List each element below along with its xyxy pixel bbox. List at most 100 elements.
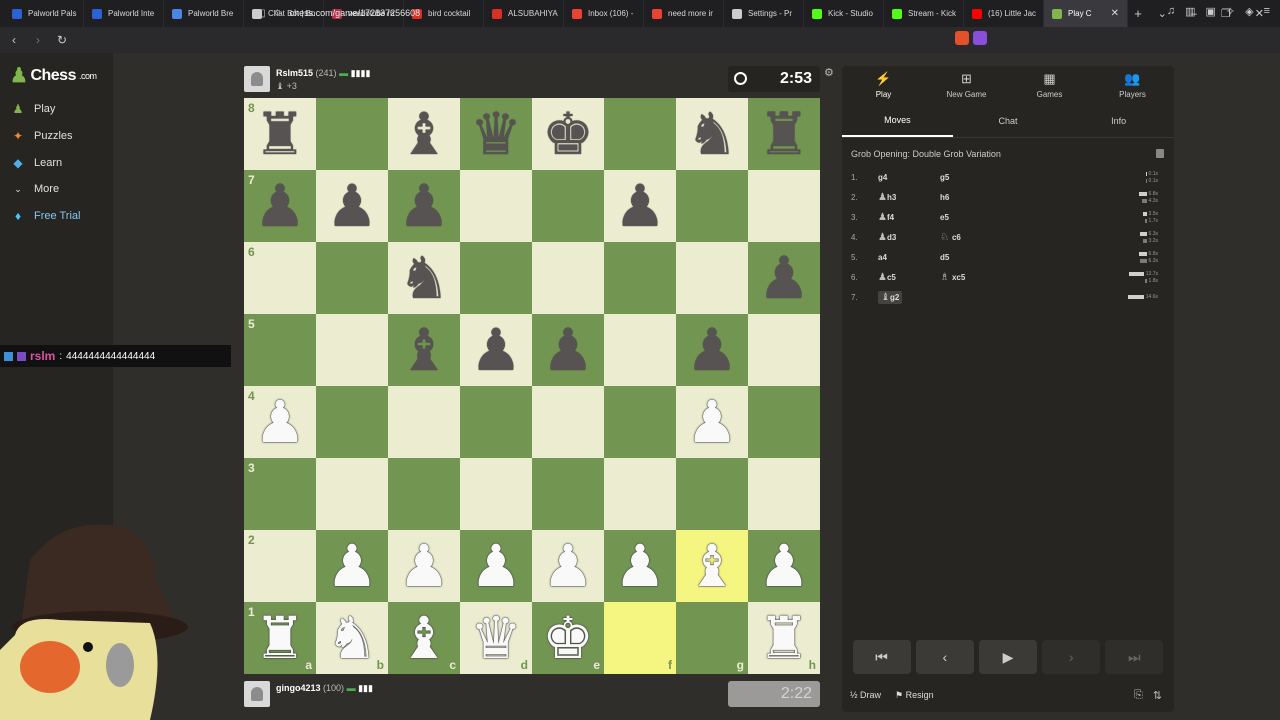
white-pawn-icon[interactable]: ♟ bbox=[542, 537, 594, 595]
avatar[interactable] bbox=[244, 681, 270, 707]
black-knight-icon[interactable]: ♞ bbox=[686, 105, 738, 163]
forward-icon[interactable]: › bbox=[28, 33, 48, 47]
site-info-icon[interactable]: ⚙ bbox=[274, 8, 282, 19]
square-b8[interactable] bbox=[316, 98, 388, 170]
last-move-button[interactable]: ⏭ bbox=[1105, 640, 1164, 674]
square-e5[interactable]: ♟ bbox=[532, 314, 604, 386]
black-move[interactable]: e5 bbox=[940, 213, 1090, 222]
black-king-icon[interactable]: ♚ bbox=[542, 105, 594, 163]
close-tab-icon[interactable]: ✕ bbox=[1111, 8, 1119, 19]
square-h7[interactable] bbox=[748, 170, 820, 242]
book-icon[interactable] bbox=[1156, 149, 1164, 158]
square-d5[interactable]: ♟ bbox=[460, 314, 532, 386]
draw-button[interactable]: ½ Draw bbox=[850, 690, 881, 700]
square-d3[interactable] bbox=[460, 458, 532, 530]
black-knight-icon[interactable]: ♞ bbox=[398, 249, 450, 307]
resign-button[interactable]: ⚑ Resign bbox=[895, 690, 934, 701]
white-pawn-icon[interactable]: ♟ bbox=[686, 393, 738, 451]
square-c2[interactable]: ♟ bbox=[388, 530, 460, 602]
tab-games[interactable]: ▦ Games bbox=[1008, 66, 1091, 104]
square-c7[interactable]: ♟ bbox=[388, 170, 460, 242]
square-b6[interactable] bbox=[316, 242, 388, 314]
black-pawn-icon[interactable]: ♟ bbox=[254, 177, 306, 235]
square-h8[interactable]: ♜ bbox=[748, 98, 820, 170]
white-pawn-icon[interactable]: ♟ bbox=[398, 537, 450, 595]
browser-tab[interactable]: Palworld Bre bbox=[164, 0, 244, 27]
square-g5[interactable]: ♟ bbox=[676, 314, 748, 386]
square-h5[interactable] bbox=[748, 314, 820, 386]
share-icon[interactable]: ⎘ bbox=[1134, 689, 1143, 702]
square-c4[interactable] bbox=[388, 386, 460, 458]
square-c6[interactable]: ♞ bbox=[388, 242, 460, 314]
square-a1[interactable]: 1 a ♜ bbox=[244, 602, 316, 674]
white-bishop-icon[interactable]: ♝ bbox=[686, 537, 738, 595]
tab-play[interactable]: ⚡ Play bbox=[842, 66, 925, 104]
sidebar-item-play[interactable]: ♟ Play bbox=[10, 101, 56, 117]
square-h2[interactable]: ♟ bbox=[748, 530, 820, 602]
sidebar-item-free-trial[interactable]: ♦ Free Trial bbox=[10, 208, 81, 224]
black-pawn-icon[interactable]: ♟ bbox=[326, 177, 378, 235]
avatar[interactable] bbox=[244, 66, 270, 92]
white-knight-icon[interactable]: ♞ bbox=[326, 609, 378, 667]
square-g8[interactable]: ♞ bbox=[676, 98, 748, 170]
square-e2[interactable]: ♟ bbox=[532, 530, 604, 602]
white-pawn-icon[interactable]: ♟ bbox=[254, 393, 306, 451]
square-d6[interactable] bbox=[460, 242, 532, 314]
player-name[interactable]: gingo4213 bbox=[276, 683, 321, 693]
sidebar-toggle-icon[interactable]: ▥ bbox=[1185, 5, 1195, 18]
black-rook-icon[interactable]: ♜ bbox=[758, 105, 810, 163]
black-queen-icon[interactable]: ♛ bbox=[470, 105, 522, 163]
black-move[interactable]: ♘ c6 bbox=[940, 232, 1090, 243]
player-name[interactable]: Rslm515 bbox=[276, 68, 313, 78]
white-pawn-icon[interactable]: ♟ bbox=[758, 537, 810, 595]
music-icon[interactable]: ♫ bbox=[1167, 5, 1175, 18]
new-tab-icon[interactable]: + bbox=[1128, 6, 1148, 21]
reload-icon[interactable]: ↻ bbox=[52, 33, 72, 47]
square-a7[interactable]: 7 ♟ bbox=[244, 170, 316, 242]
square-g2[interactable]: ♝ bbox=[676, 530, 748, 602]
menu-icon[interactable]: ≡ bbox=[1264, 5, 1270, 18]
black-move[interactable]: d5 bbox=[940, 253, 1090, 262]
first-move-button[interactable]: ⏮ bbox=[852, 640, 911, 674]
sidebar-item-more[interactable]: ⌄ More bbox=[10, 181, 59, 197]
white-pawn-icon[interactable]: ♟ bbox=[614, 537, 666, 595]
previous-move-button[interactable]: ‹ bbox=[915, 640, 974, 674]
square-f2[interactable]: ♟ bbox=[604, 530, 676, 602]
square-e1[interactable]: e ♚ bbox=[532, 602, 604, 674]
white-rook-icon[interactable]: ♜ bbox=[758, 609, 810, 667]
square-e3[interactable] bbox=[532, 458, 604, 530]
square-d1[interactable]: d ♛ bbox=[460, 602, 532, 674]
white-move[interactable]: ♟c5 bbox=[878, 272, 940, 283]
square-h1[interactable]: h ♜ bbox=[748, 602, 820, 674]
subtab-moves[interactable]: Moves bbox=[842, 104, 953, 137]
square-e4[interactable] bbox=[532, 386, 604, 458]
square-f6[interactable] bbox=[604, 242, 676, 314]
square-f3[interactable] bbox=[604, 458, 676, 530]
square-a2[interactable]: 2 bbox=[244, 530, 316, 602]
square-a6[interactable]: 6 bbox=[244, 242, 316, 314]
black-pawn-icon[interactable]: ♟ bbox=[614, 177, 666, 235]
play-moves-button[interactable]: ▶ bbox=[978, 640, 1037, 674]
white-move[interactable]: ♟d3 bbox=[878, 232, 940, 243]
leo-icon[interactable]: ✧ bbox=[1226, 5, 1235, 18]
square-f1[interactable]: f bbox=[604, 602, 676, 674]
white-pawn-icon[interactable]: ♟ bbox=[470, 537, 522, 595]
next-move-button[interactable]: › bbox=[1042, 640, 1101, 674]
opening-name[interactable]: Grob Opening: Double Grob Variation bbox=[851, 149, 1001, 159]
white-move[interactable]: g4 bbox=[878, 173, 940, 182]
tab-players[interactable]: 👥 Players bbox=[1091, 66, 1174, 104]
square-e7[interactable] bbox=[532, 170, 604, 242]
square-b3[interactable] bbox=[316, 458, 388, 530]
square-d8[interactable]: ♛ bbox=[460, 98, 532, 170]
black-bishop-icon[interactable]: ♝ bbox=[398, 321, 450, 379]
white-queen-icon[interactable]: ♛ bbox=[470, 609, 522, 667]
white-rook-icon[interactable]: ♜ bbox=[254, 609, 306, 667]
black-rook-icon[interactable]: ♜ bbox=[254, 105, 306, 163]
brave-shield-icon[interactable] bbox=[955, 31, 969, 45]
white-move[interactable]: ♝g2 bbox=[878, 290, 940, 304]
back-icon[interactable]: ‹ bbox=[4, 33, 24, 47]
square-d2[interactable]: ♟ bbox=[460, 530, 532, 602]
white-move[interactable]: a4 bbox=[878, 253, 940, 262]
square-d4[interactable] bbox=[460, 386, 532, 458]
black-pawn-icon[interactable]: ♟ bbox=[542, 321, 594, 379]
